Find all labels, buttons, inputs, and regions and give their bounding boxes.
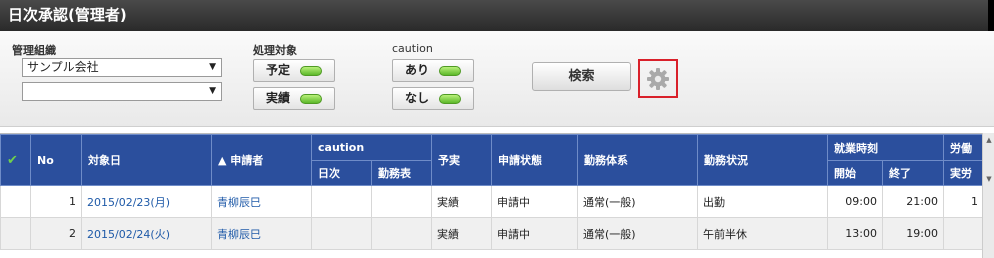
page-title: 日次承認(管理者)	[8, 6, 127, 24]
row-check-cell[interactable]	[0, 185, 31, 218]
scroll-up-icon[interactable]: ▲	[984, 135, 994, 145]
col-header-labor-sub[interactable]: 実労	[943, 160, 984, 186]
col-header-work-state[interactable]: 勤務状況	[697, 134, 828, 186]
row-check-cell[interactable]	[0, 217, 31, 250]
col-header-work-type[interactable]: 勤務体系	[577, 134, 698, 186]
search-button[interactable]: 検索	[532, 62, 631, 91]
scroll-down-icon[interactable]: ▼	[984, 174, 994, 184]
row-no: 2	[30, 217, 82, 250]
table-row[interactable]: 1 2015/02/23(月) 青柳辰巳 実績 申請中 通常(一般) 出勤 09…	[0, 185, 984, 218]
col-header-caution-schedule[interactable]: 勤務表	[371, 160, 432, 186]
gear-icon	[647, 68, 669, 90]
title-bar-edge	[988, 0, 994, 31]
window-title-bar: 日次承認(管理者)	[0, 0, 994, 31]
col-header-work-time: 就業時刻	[827, 134, 944, 161]
org-label: 管理組織	[12, 44, 56, 57]
col-header-labor: 労働	[943, 134, 984, 161]
row-end: 21:00	[882, 185, 944, 218]
row-status: 申請中	[491, 217, 578, 250]
col-header-no[interactable]: No	[30, 134, 82, 186]
approval-table: ✔ No 対象日 ▲ 申請者 caution 予実 申請状態 勤務体系 勤務状況…	[0, 134, 984, 250]
col-header-end[interactable]: 終了	[882, 160, 944, 186]
settings-button[interactable]	[638, 59, 678, 98]
row-date-link[interactable]: 2015/02/23(月)	[81, 185, 212, 218]
row-work-type: 通常(一般)	[577, 217, 698, 250]
row-no: 1	[30, 185, 82, 218]
vertical-scrollbar[interactable]: ▲ ▼	[982, 133, 994, 258]
row-start: 13:00	[827, 217, 883, 250]
filter-panel: 管理組織 サンプル会社 ▼ ▼ 処理対象 予定 実績 caution あり なし…	[0, 31, 994, 127]
row-plan-actual: 実績	[431, 217, 492, 250]
row-plan-actual: 実績	[431, 185, 492, 218]
row-start: 09:00	[827, 185, 883, 218]
row-work-state: 出勤	[697, 185, 828, 218]
org-sub-select[interactable]: ▼	[22, 82, 222, 101]
row-status: 申請中	[491, 185, 578, 218]
toggle-on-indicator	[439, 94, 461, 104]
caution-no-toggle[interactable]: なし	[392, 87, 474, 110]
toggle-on-indicator	[439, 66, 461, 76]
row-work-type: 通常(一般)	[577, 185, 698, 218]
dropdown-arrow-icon: ▼	[209, 62, 216, 72]
toggle-label: なし	[404, 91, 429, 105]
org-select[interactable]: サンプル会社 ▼	[22, 58, 222, 77]
toggle-on-indicator	[300, 66, 322, 76]
caution-label: caution	[392, 42, 433, 55]
row-caution-schedule	[371, 217, 432, 250]
toggle-label: 実績	[265, 91, 290, 105]
col-header-caution: caution	[311, 134, 432, 161]
col-header-plan-actual[interactable]: 予実	[431, 134, 492, 186]
toggle-on-indicator	[300, 94, 322, 104]
org-select-value: サンプル会社	[27, 60, 99, 74]
row-work-state: 午前半休	[697, 217, 828, 250]
row-date-link[interactable]: 2015/02/24(火)	[81, 217, 212, 250]
row-applicant-link[interactable]: 青柳辰巳	[211, 217, 312, 250]
target-actual-toggle[interactable]: 実績	[253, 87, 335, 110]
row-end: 19:00	[882, 217, 944, 250]
toggle-label: あり	[404, 63, 429, 77]
col-header-applicant[interactable]: ▲ 申請者	[211, 134, 312, 186]
row-caution-daily	[311, 217, 372, 250]
table-row[interactable]: 2 2015/02/24(火) 青柳辰巳 実績 申請中 通常(一般) 午前半休 …	[0, 217, 984, 250]
target-plan-toggle[interactable]: 予定	[253, 59, 335, 82]
approval-grid: ✔ No 対象日 ▲ 申請者 caution 予実 申請状態 勤務体系 勤務状況…	[0, 133, 994, 258]
toggle-label: 予定	[265, 63, 290, 77]
check-icon: ✔	[7, 152, 18, 168]
row-labor	[943, 217, 984, 250]
target-label: 処理対象	[253, 44, 297, 57]
row-caution-daily	[311, 185, 372, 218]
col-header-caution-daily[interactable]: 日次	[311, 160, 372, 186]
col-header-status[interactable]: 申請状態	[491, 134, 578, 186]
row-applicant-link[interactable]: 青柳辰巳	[211, 185, 312, 218]
select-all-header[interactable]: ✔	[0, 134, 31, 186]
row-labor: 1	[943, 185, 984, 218]
caution-yes-toggle[interactable]: あり	[392, 59, 474, 82]
dropdown-arrow-icon: ▼	[209, 86, 216, 96]
col-header-start[interactable]: 開始	[827, 160, 883, 186]
row-caution-schedule	[371, 185, 432, 218]
col-header-date[interactable]: 対象日	[81, 134, 212, 186]
